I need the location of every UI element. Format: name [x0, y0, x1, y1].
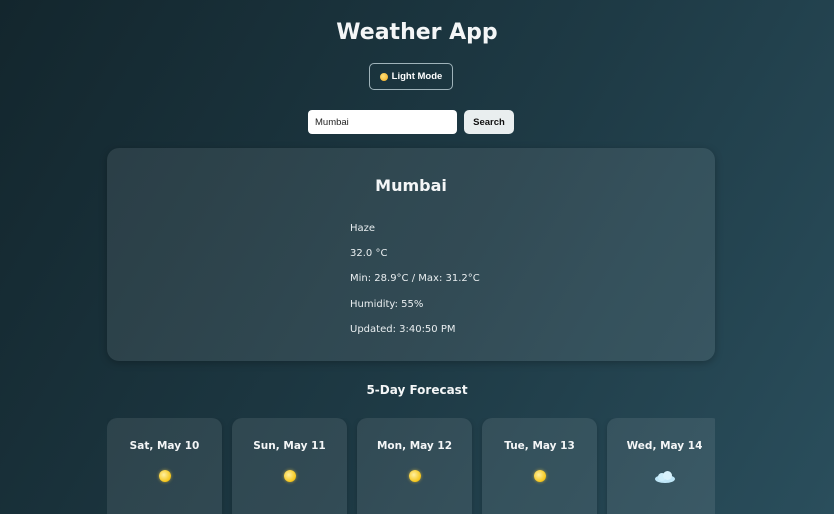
city-search-input[interactable]: [308, 110, 457, 134]
sun-icon: [158, 470, 171, 482]
current-temperature: 32.0 °C: [350, 248, 388, 259]
forecast-row: Sat, May 10 Sun, May 11 Mon, May 12 Tue,…: [107, 418, 715, 514]
app-title: Weather App: [336, 20, 498, 45]
city-name: Mumbai: [375, 176, 447, 195]
forecast-heading: 5-Day Forecast: [366, 383, 468, 397]
sun-icon: [533, 470, 546, 482]
forecast-card: Wed, May 14: [607, 418, 715, 514]
forecast-card: Sat, May 10: [107, 418, 222, 514]
forecast-day: Sun, May 11: [253, 440, 326, 452]
current-weather-card: Mumbai Haze 32.0 °C Min: 28.9°C / Max: 3…: [107, 148, 715, 361]
min-max-temperature: Min: 28.9°C / Max: 31.2°C: [350, 273, 480, 284]
search-button[interactable]: Search: [464, 110, 514, 134]
weather-condition: Haze: [350, 223, 376, 234]
humidity-text: Humidity: 55%: [350, 299, 424, 310]
forecast-card: Tue, May 13: [482, 418, 597, 514]
sun-icon: [283, 470, 296, 482]
forecast-card: Mon, May 12: [357, 418, 472, 514]
light-mode-label: Light Mode: [391, 71, 443, 82]
cloud-icon: [654, 471, 675, 483]
forecast-day: Sat, May 10: [129, 440, 200, 452]
last-updated-text: Updated: 3:40:50 PM: [350, 324, 456, 335]
forecast-day: Mon, May 12: [376, 440, 453, 452]
sun-icon: [408, 470, 421, 482]
light-mode-toggle-button[interactable]: Light Mode: [369, 63, 453, 90]
sun-icon: [379, 72, 388, 81]
forecast-day: Tue, May 13: [504, 440, 575, 452]
forecast-day: Wed, May 14: [626, 440, 703, 452]
forecast-card: Sun, May 11: [232, 418, 347, 514]
